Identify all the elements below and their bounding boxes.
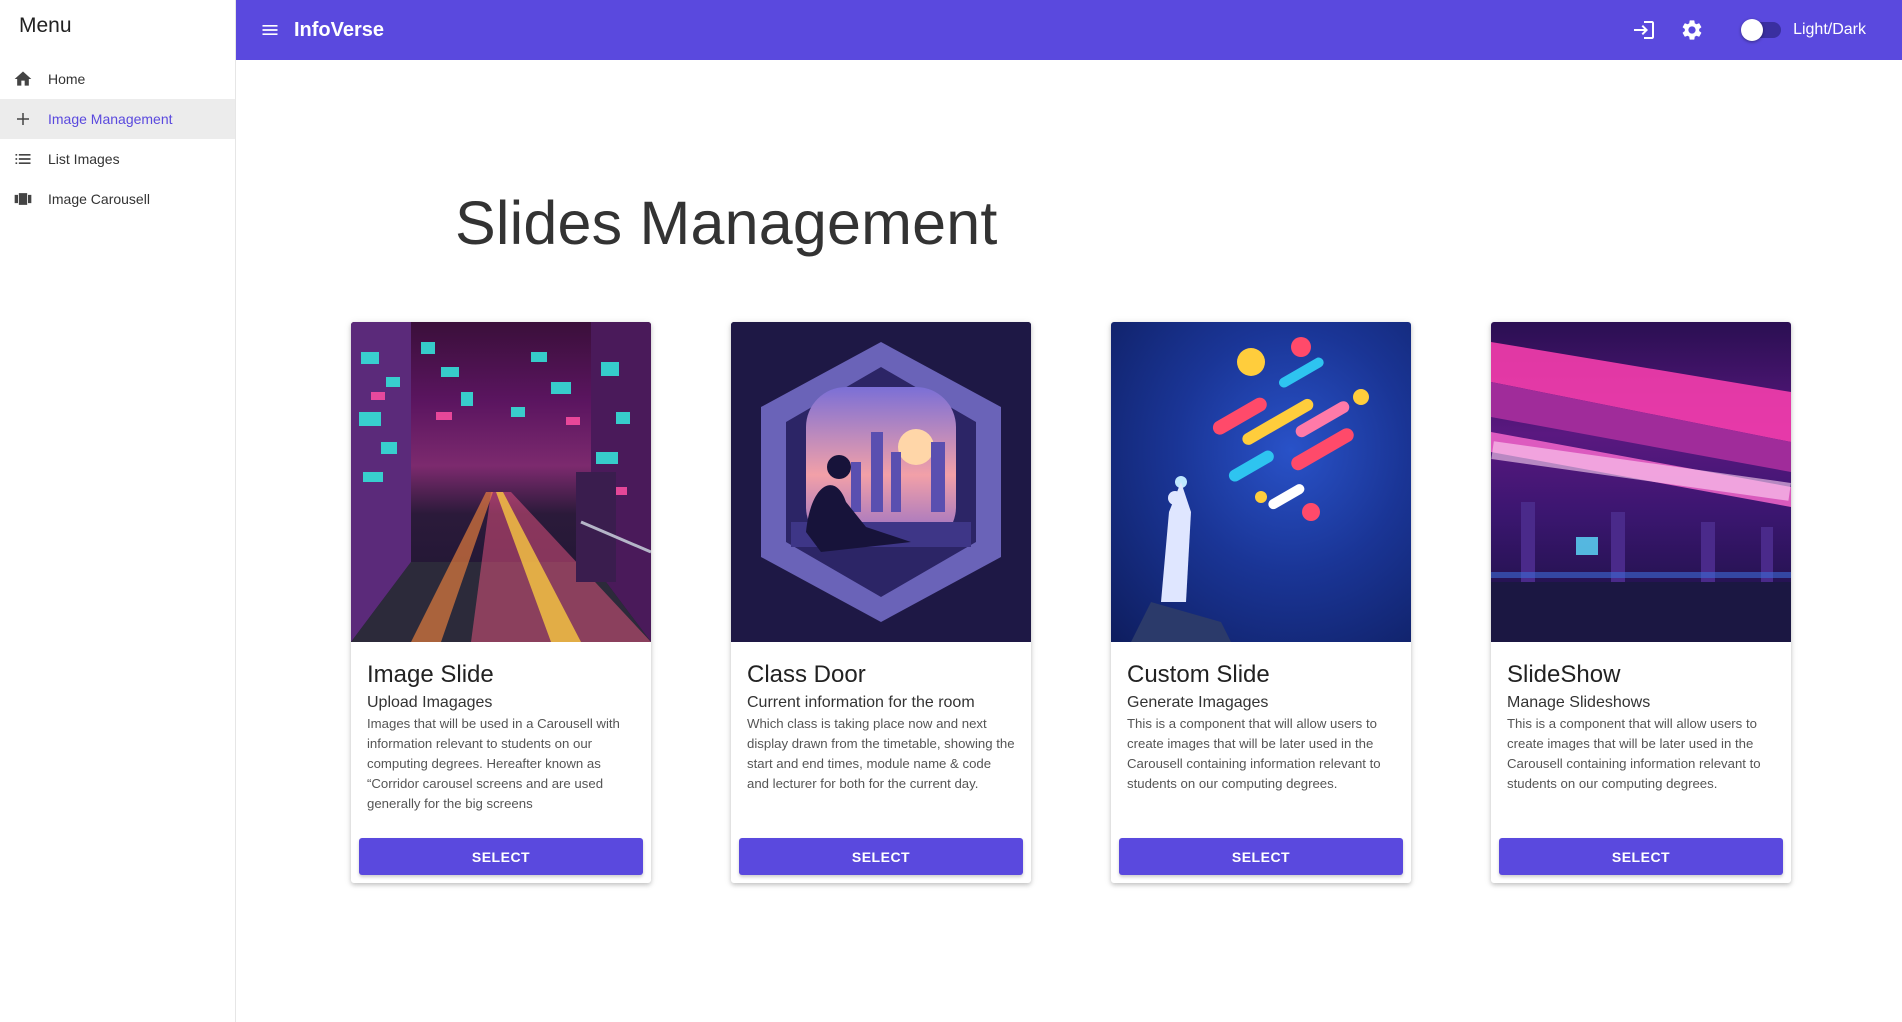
card-image <box>351 322 651 642</box>
card-image <box>731 322 1031 642</box>
sidebar-item-label: Home <box>48 71 86 87</box>
card-subtitle: Generate Imagages <box>1127 694 1269 711</box>
card-title: Custom Slide <box>1127 661 1270 688</box>
home-icon <box>13 69 33 89</box>
sidebar-item-image-carousell[interactable]: Image Carousell <box>0 179 235 219</box>
card-custom-slide: Custom Slide Generate Imagages This is a… <box>1111 322 1411 883</box>
select-button[interactable]: SELECT <box>359 838 643 875</box>
sidebar: Menu Home Image Management List Images I… <box>0 0 236 1022</box>
carousel-icon <box>13 189 33 209</box>
topbar-actions: Light/Dark <box>1631 0 1902 60</box>
card-title: Image Slide <box>367 661 494 688</box>
card-title: SlideShow <box>1507 661 1621 688</box>
menu-title: Menu <box>19 14 72 37</box>
toggle-knob <box>1741 19 1764 41</box>
card-subtitle: Upload Imagages <box>367 694 493 711</box>
sidebar-item-image-management[interactable]: Image Management <box>0 99 235 139</box>
card-slideshow: SlideShow Manage Slideshows This is a co… <box>1491 322 1791 883</box>
app-brand: InfoVerse <box>294 18 385 41</box>
card-image <box>1111 322 1411 642</box>
login-icon[interactable] <box>1631 17 1657 43</box>
list-icon <box>13 149 33 169</box>
card-image <box>1491 322 1791 642</box>
top-app-bar: InfoVerse Light/Dark <box>236 0 1902 60</box>
card-description: This is a component that will allow user… <box>1507 716 1761 791</box>
card-description: Which class is taking place now and next… <box>747 716 1015 791</box>
select-button[interactable]: SELECT <box>1119 838 1403 875</box>
sidebar-item-list-images[interactable]: List Images <box>0 139 235 179</box>
card-description: Images that will be used in a Carousell … <box>367 716 620 811</box>
sidebar-item-label: Image Management <box>48 111 173 127</box>
nav-list: Home Image Management List Images Image … <box>0 59 235 219</box>
page-title: Slides Management <box>455 189 998 257</box>
menu-icon[interactable] <box>260 20 280 40</box>
card-subtitle: Manage Slideshows <box>1507 694 1651 711</box>
select-button[interactable]: SELECT <box>739 838 1023 875</box>
select-button[interactable]: SELECT <box>1499 838 1783 875</box>
card-title: Class Door <box>747 661 866 688</box>
card-subtitle: Current information for the room <box>747 694 975 711</box>
sidebar-item-home[interactable]: Home <box>0 59 235 99</box>
plus-icon <box>13 109 33 129</box>
theme-toggle-switch[interactable] <box>1741 19 1782 41</box>
sidebar-item-label: List Images <box>48 151 120 167</box>
card-description: This is a component that will allow user… <box>1127 716 1381 791</box>
card-class-door: Class Door Current information for the r… <box>731 322 1031 883</box>
card-image-slide: Image Slide Upload Imagages Images that … <box>351 322 651 883</box>
sidebar-item-label: Image Carousell <box>48 191 150 207</box>
theme-toggle-label: Light/Dark <box>1793 21 1866 38</box>
settings-gear-icon[interactable] <box>1679 17 1705 43</box>
